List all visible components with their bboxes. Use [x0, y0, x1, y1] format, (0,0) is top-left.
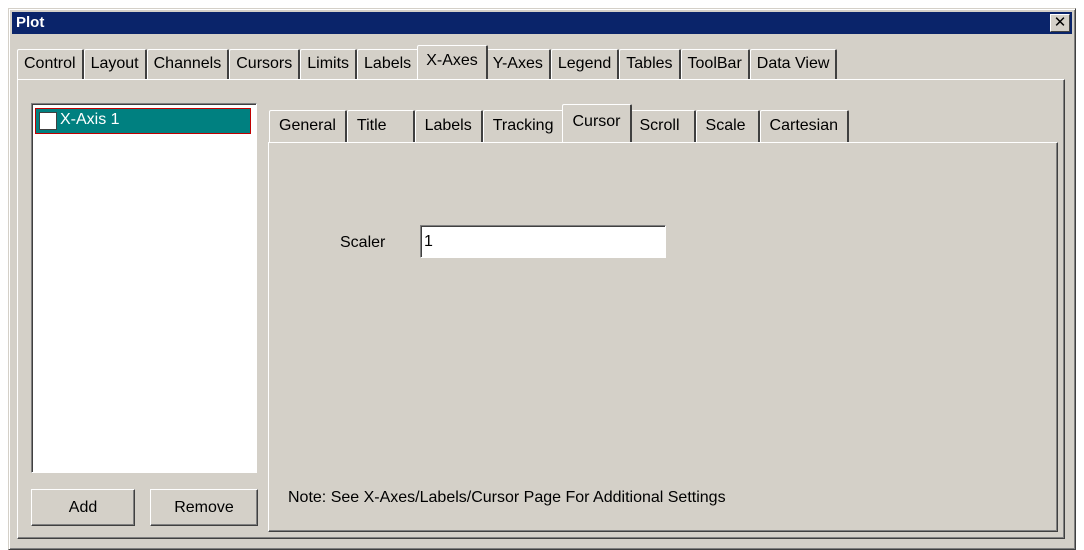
window-title: Plot	[16, 14, 45, 31]
list-item-label: X-Axis 1	[60, 111, 120, 128]
tab-cursor[interactable]: Cursor	[562, 104, 632, 142]
tab-legend[interactable]: Legend	[550, 49, 620, 79]
remove-button[interactable]: Remove	[150, 489, 258, 526]
additional-settings-note: Note: See X-Axes/Labels/Cursor Page For …	[288, 489, 726, 506]
tab-control[interactable]: Control	[17, 49, 84, 79]
tab-y-axes[interactable]: Y-Axes	[485, 49, 551, 79]
tab-scale[interactable]: Scale	[695, 110, 760, 142]
tab-layout[interactable]: Layout	[83, 49, 147, 79]
tab-general[interactable]: General	[269, 110, 347, 142]
tab-channels[interactable]: Channels	[146, 49, 230, 79]
tab-toolbar[interactable]: ToolBar	[680, 49, 750, 79]
scaler-input[interactable]	[420, 225, 666, 258]
tab-limits[interactable]: Limits	[300, 49, 358, 79]
tab-x-axes[interactable]: X-Axes	[417, 45, 488, 79]
cursor-panel	[268, 142, 1058, 532]
list-item-x-axis-1[interactable]: X-Axis 1	[35, 108, 251, 134]
axis-checkbox[interactable]	[39, 112, 57, 130]
tab-title[interactable]: Title	[346, 110, 415, 142]
tab-cursors[interactable]: Cursors	[229, 49, 301, 79]
tab-labels[interactable]: Labels	[357, 49, 420, 79]
tab-tables[interactable]: Tables	[619, 49, 681, 79]
tab-scroll[interactable]: Scroll	[629, 110, 696, 142]
tab-tracking[interactable]: Tracking	[482, 110, 565, 142]
close-button[interactable]: ✕	[1050, 14, 1070, 32]
add-button[interactable]: Add	[31, 489, 135, 526]
scaler-label: Scaler	[340, 234, 386, 251]
tab-data-view[interactable]: Data View	[749, 49, 838, 79]
close-icon: ✕	[1053, 14, 1067, 31]
inner-tab-strip: General Title Labels Tracking Cursor Scr…	[269, 104, 850, 142]
tab-inner-labels[interactable]: Labels	[414, 110, 483, 142]
title-bar[interactable]: Plot ✕	[12, 12, 1072, 34]
axis-listbox[interactable]: X-Axis 1	[31, 103, 257, 473]
tab-cartesian[interactable]: Cartesian	[759, 110, 850, 142]
top-tab-strip: Control Layout Channels Cursors Limits L…	[17, 45, 838, 79]
